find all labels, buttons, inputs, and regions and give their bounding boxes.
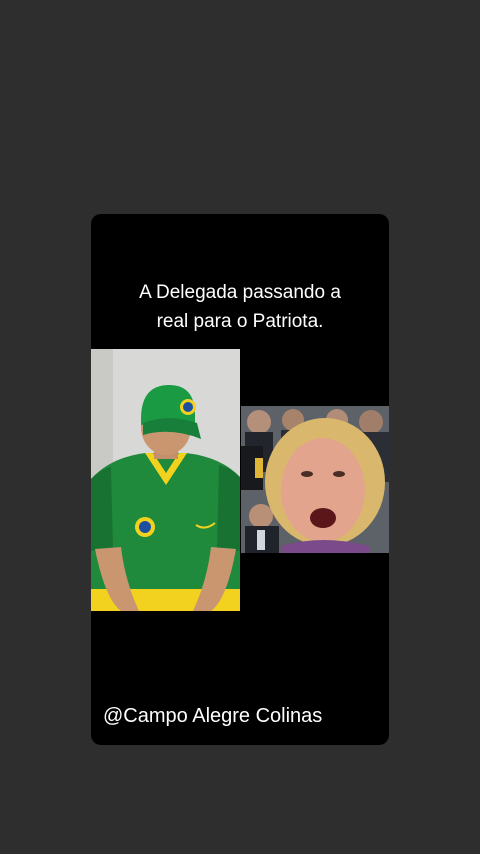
man-in-jersey-image [91,349,240,611]
video-caption: A Delegada passando a real para o Patrio… [91,278,389,336]
left-video-frame [91,349,240,611]
account-handle[interactable]: @Campo Alegre Colinas [103,705,322,728]
right-video-frame [241,406,389,553]
woman-speaking-image [241,406,389,553]
video-card[interactable]: A Delegada passando a real para o Patrio… [91,214,389,745]
caption-line-1: A Delegada passando a [139,282,341,303]
caption-line-2: real para o Patriota. [156,311,324,332]
